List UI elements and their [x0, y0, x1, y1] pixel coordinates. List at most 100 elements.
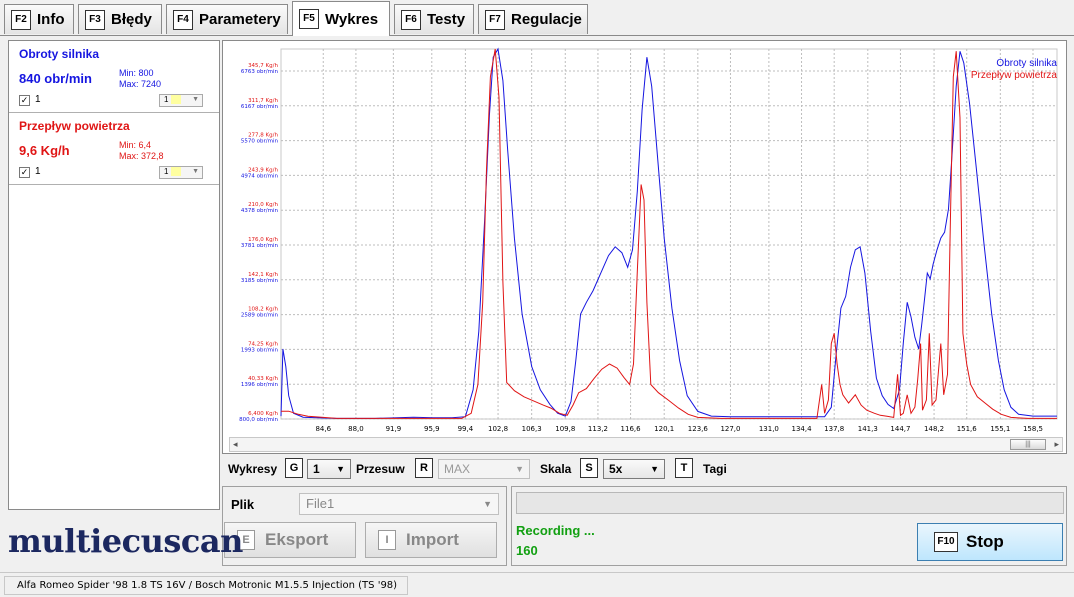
x-tick-label: 106,3: [522, 425, 542, 433]
x-tick-label: 123,6: [688, 425, 709, 433]
sensor-engine-rpm[interactable]: Obroty silnika 840 obr/min Min: 800 Max:…: [9, 41, 219, 113]
tagi-control[interactable]: Tagi: [703, 458, 727, 480]
wykresy-key-button[interactable]: G: [285, 458, 303, 478]
sensor-axis-select[interactable]: 1 ▼: [159, 166, 203, 179]
tab-key: F4: [173, 9, 193, 30]
legend-entry: Obroty silnika: [996, 58, 1057, 69]
przesuw-select[interactable]: MAX ▼: [438, 459, 530, 479]
plot-area: [280, 48, 1058, 420]
export-label: Eksport: [265, 530, 329, 549]
sensor-visible-checkbox[interactable]: ✓: [19, 95, 30, 106]
file-select[interactable]: File1 ▼: [299, 493, 499, 515]
scroll-right-icon[interactable]: ▸: [1054, 439, 1059, 450]
y-tick-label-rpm: 1396 obr/min: [241, 382, 279, 388]
sensor-value: 9,6 Kg/h: [19, 143, 70, 158]
x-tick-label: 99,4: [458, 425, 474, 433]
sensor-visible-checkbox[interactable]: ✓: [19, 167, 30, 178]
import-button[interactable]: I Import: [365, 522, 497, 558]
tab-label: Regulacje: [511, 11, 582, 28]
tab-wykres[interactable]: F5 Wykres: [292, 1, 390, 36]
tagi-label: Tagi: [703, 462, 727, 476]
y-tick-label-rpm: 1993 obr/min: [241, 347, 279, 353]
stop-button[interactable]: F10 Stop: [917, 523, 1063, 561]
stop-key: F10: [934, 532, 958, 552]
y-tick-label-rpm: 800,0 obr/min: [239, 417, 278, 423]
tab-label: Błędy: [111, 11, 152, 28]
sensor-checkbox-label: 1: [35, 94, 41, 105]
file-label: Plik: [231, 497, 255, 512]
sensor-list-panel: Obroty silnika 840 obr/min Min: 800 Max:…: [8, 40, 220, 510]
wykresy-select[interactable]: 1 ▼: [307, 459, 351, 479]
chart-horizontal-scrollbar[interactable]: ◂ ||| ▸: [229, 437, 1063, 452]
import-key: I: [378, 530, 396, 550]
tab-parametery[interactable]: F4 Parametery: [166, 4, 288, 34]
x-tick-label: 120,1: [654, 425, 674, 433]
sensor-min: Min: 6,4: [119, 140, 152, 150]
scrollbar-thumb[interactable]: |||: [1010, 439, 1046, 450]
wykresy-select-value: 1: [313, 462, 320, 476]
chart-panel[interactable]: 6,400 Kg/h 800,0 obr/min 40,33 Kg/h 1396 ob…: [222, 40, 1067, 454]
skala-key-button[interactable]: S: [580, 458, 598, 478]
x-tick-label: 155,1: [990, 425, 1010, 433]
chevron-down-icon: ▼: [192, 96, 199, 103]
x-tick-label: 109,8: [555, 425, 575, 433]
sensor-checkbox-label: 1: [35, 166, 41, 177]
przesuw-label: Przesuw: [356, 462, 405, 476]
x-tick-label: 127,0: [720, 425, 740, 433]
skala-select[interactable]: 5x ▼: [603, 459, 665, 479]
tab-label: Parametery: [199, 11, 281, 28]
y-tick-label-rpm: 6763 obr/min: [241, 69, 279, 75]
x-tick-label: 102,8: [488, 425, 508, 433]
skala-select-value: 5x: [609, 462, 623, 476]
sensor-air-flow[interactable]: Przepływ powietrza 9,6 Kg/h Min: 6,4 Max…: [9, 113, 219, 185]
line-chart[interactable]: 6,400 Kg/h800,0 obr/min40,33 Kg/h1396 ob…: [223, 41, 1068, 437]
y-tick-label-rpm: 6167 obr/min: [241, 104, 279, 110]
przesuw-key-button[interactable]: R: [415, 458, 433, 478]
x-tick-label: 131,0: [759, 425, 779, 433]
skala-control: Skala: [540, 458, 571, 480]
sensor-min-max: Min: 800 Max: 7240: [119, 68, 161, 90]
recording-status: Recording ...: [516, 523, 595, 538]
x-tick-label: 134,4: [792, 425, 813, 433]
sensor-axis-select[interactable]: 1 ▼: [159, 94, 203, 107]
sensor-value: 840 obr/min: [19, 71, 92, 86]
x-tick-label: 91,9: [386, 425, 402, 433]
przesuw-select-value: MAX: [444, 462, 471, 476]
color-swatch: [170, 95, 181, 105]
sensor-min: Min: 800: [119, 68, 154, 78]
x-tick-label: 88,0: [348, 425, 364, 433]
chevron-down-icon: ▼: [515, 464, 524, 474]
x-tick-label: 95,9: [424, 425, 440, 433]
tab-bar: F2 Info F3 Błędy F4 Parametery F5 Wykres…: [0, 0, 1074, 36]
tab-label: Testy: [427, 11, 466, 28]
color-swatch: [170, 167, 181, 177]
export-button[interactable]: E Eksport: [224, 522, 356, 558]
import-label: Import: [406, 530, 459, 549]
y-tick-label-rpm: 4974 obr/min: [241, 173, 279, 179]
x-tick-label: 113,2: [588, 425, 608, 433]
tab-info[interactable]: F2 Info: [4, 4, 74, 34]
file-select-value: File1: [306, 496, 335, 511]
y-tick-label-rpm: 4378 obr/min: [241, 208, 279, 214]
sensor-max: Max: 372,8: [119, 151, 164, 161]
tab-label: Wykres: [325, 10, 379, 28]
tab-bledy[interactable]: F3 Błędy: [78, 4, 162, 34]
tagi-key-button[interactable]: T: [675, 458, 693, 478]
scroll-left-icon[interactable]: ◂: [233, 439, 238, 450]
tab-key: F6: [401, 9, 421, 30]
tab-testy[interactable]: F6 Testy: [394, 4, 474, 34]
tab-key: F3: [85, 9, 105, 30]
wykresy-control: Wykresy: [228, 458, 277, 480]
y-tick-label-rpm: 3781 obr/min: [241, 243, 279, 249]
recording-count: 160: [516, 543, 538, 558]
x-tick-label: 84,6: [315, 425, 331, 433]
tab-key: F5: [299, 9, 319, 29]
tab-regulacje[interactable]: F7 Regulacje: [478, 4, 588, 34]
chevron-down-icon: ▼: [192, 168, 199, 175]
x-tick-label: 141,3: [858, 425, 878, 433]
legend-entry: Przepływ powietrza: [971, 70, 1058, 81]
chevron-down-icon: ▼: [336, 464, 345, 474]
x-tick-label: 158,5: [1023, 425, 1043, 433]
sensor-min-max: Min: 6,4 Max: 372,8: [119, 140, 164, 162]
x-tick-label: 137,8: [824, 425, 844, 433]
